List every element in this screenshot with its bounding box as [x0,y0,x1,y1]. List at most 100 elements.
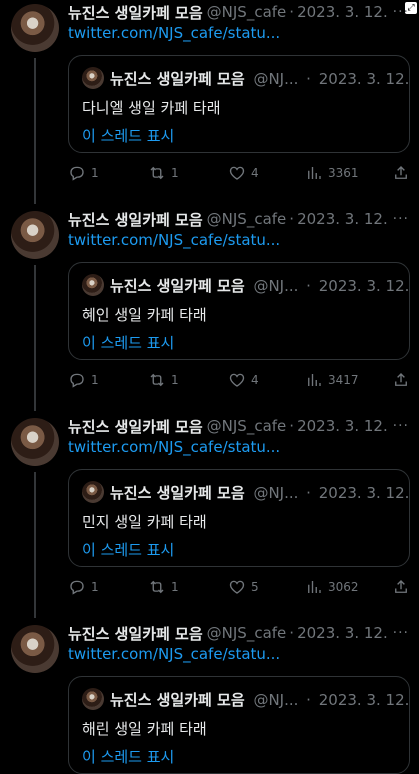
share-icon [395,373,407,386]
quoted-author-name: 뉴진스 생일카페 모음 [110,277,245,295]
quoted-tweet[interactable]: 뉴진스 생일카페 모음 @NJ... · 2023. 3. 12. 혜인 생일 … [68,262,410,360]
show-thread-link[interactable]: 이 스레드 표시 [82,332,174,353]
reply-button[interactable]: 1 [68,371,99,389]
author-name[interactable]: 뉴진스 생일카페 모음 [68,416,203,437]
separator-dot: · [289,210,295,228]
retweet-count: 1 [171,373,179,387]
quoted-text: 혜인 생일 카페 타래 [82,306,207,324]
views-button[interactable]: 3417 [305,371,359,389]
separator-dot: · [306,484,311,502]
views-count: 3062 [328,580,359,594]
heart-icon [229,166,245,180]
author-handle[interactable]: @NJS_cafe [207,210,287,228]
quoted-text: 민지 생일 카페 타래 [82,513,207,531]
quoted-author-handle: @NJ... [253,277,299,295]
heart-icon [229,373,245,387]
quoted-author-name: 뉴진스 생일카페 모음 [110,70,245,88]
show-thread-link[interactable]: 이 스레드 표시 [82,539,174,560]
share-button[interactable] [392,578,410,596]
more-options-icon[interactable]: ··· [393,4,409,20]
views-chart-icon [308,581,321,593]
reply-icon [70,166,84,181]
action-bar: 1 1 4 3361 [68,164,410,184]
tweet-link[interactable]: twitter.com/NJS_cafe/statu... [68,231,280,249]
author-handle[interactable]: @NJS_cafe [207,624,287,642]
quoted-author-name: 뉴진스 생일카페 모음 [110,691,245,709]
retweet-button[interactable]: 1 [148,371,179,389]
more-options-icon[interactable]: ··· [393,418,409,434]
retweet-icon [150,580,164,594]
separator-dot: · [289,3,295,21]
views-button[interactable]: 3062 [305,578,359,596]
heart-icon [229,580,245,594]
author-handle[interactable]: @NJS_cafe [207,3,287,21]
tweet[interactable]: 뉴진스 생일카페 모음 @NJS_cafe · 2023. 3. 12. ···… [0,0,419,207]
reply-count: 1 [91,580,99,594]
action-bar: 1 1 5 3062 [68,578,410,598]
reply-icon [70,373,84,388]
avatar[interactable] [11,211,59,259]
quoted-text: 해린 생일 카페 타래 [82,720,207,738]
retweet-button[interactable]: 1 [148,164,179,182]
author-name[interactable]: 뉴진스 생일카페 모음 [68,623,203,644]
quoted-author-handle: @NJ... [253,70,299,88]
views-count: 3361 [328,166,359,180]
tweet-date[interactable]: 2023. 3. 12. [297,624,388,642]
quoted-author-handle: @NJ... [253,691,299,709]
quoted-author-handle: @NJ... [253,484,299,502]
show-thread-link[interactable]: 이 스레드 표시 [82,125,174,146]
reply-icon [70,580,84,595]
separator-dot: · [306,277,311,295]
separator-dot: · [306,70,311,88]
like-button[interactable]: 4 [228,164,259,182]
author-name[interactable]: 뉴진스 생일카페 모음 [68,209,203,230]
quoted-tweet[interactable]: 뉴진스 생일카페 모음 @NJ... · 2023. 3. 12. 다니엘 생일… [68,55,410,153]
reply-count: 1 [91,166,99,180]
quoted-avatar [82,688,104,710]
share-button[interactable] [392,164,410,182]
reply-count: 1 [91,373,99,387]
like-button[interactable]: 5 [228,578,259,596]
reply-button[interactable]: 1 [68,164,99,182]
more-options-icon[interactable]: ··· [393,211,409,227]
show-thread-link[interactable]: 이 스레드 표시 [82,746,174,767]
reply-button[interactable]: 1 [68,578,99,596]
quoted-tweet[interactable]: 뉴진스 생일카페 모음 @NJ... · 2023. 3. 12. 민지 생일 … [68,469,410,567]
tweet[interactable]: 뉴진스 생일카페 모음 @NJS_cafe · 2023. 3. 12. ···… [0,207,419,414]
retweet-icon [150,373,164,387]
share-button[interactable] [392,371,410,389]
avatar[interactable] [11,418,59,466]
author-handle[interactable]: @NJS_cafe [207,417,287,435]
views-chart-icon [308,167,321,179]
quoted-date: 2023. 3. 12. [318,484,410,502]
author-name[interactable]: 뉴진스 생일카페 모음 [68,2,203,23]
retweet-button[interactable]: 1 [148,578,179,596]
tweet[interactable]: 뉴진스 생일카페 모음 @NJS_cafe · 2023. 3. 12. ···… [0,414,419,621]
quoted-text: 다니엘 생일 카페 타래 [82,99,221,117]
quoted-tweet[interactable]: 뉴진스 생일카페 모음 @NJ... · 2023. 3. 12. 해린 생일 … [68,676,410,774]
views-button[interactable]: 3361 [305,164,359,182]
tweet-date[interactable]: 2023. 3. 12. [297,210,388,228]
more-options-icon[interactable]: ··· [393,625,409,641]
avatar[interactable] [11,4,59,52]
tweet-date[interactable]: 2023. 3. 12. [297,3,388,21]
retweet-count: 1 [171,580,179,594]
like-button[interactable]: 4 [228,371,259,389]
tweet-link[interactable]: twitter.com/NJS_cafe/statu... [68,645,280,663]
avatar[interactable] [11,625,59,673]
tweet[interactable]: 뉴진스 생일카페 모음 @NJS_cafe · 2023. 3. 12. ···… [0,621,419,774]
tweet-link[interactable]: twitter.com/NJS_cafe/statu... [68,438,280,456]
like-count: 5 [251,580,259,594]
share-icon [395,166,407,179]
retweet-icon [150,166,164,180]
share-icon [395,580,407,593]
tweet-date[interactable]: 2023. 3. 12. [297,417,388,435]
like-count: 4 [251,373,259,387]
quoted-author-name: 뉴진스 생일카페 모음 [110,484,245,502]
quoted-date: 2023. 3. 12. [318,70,410,88]
action-bar: 1 1 4 3417 [68,371,410,391]
quoted-avatar [82,481,104,503]
tweet-link[interactable]: twitter.com/NJS_cafe/statu... [68,24,280,42]
retweet-count: 1 [171,166,179,180]
quoted-date: 2023. 3. 12. [318,691,410,709]
